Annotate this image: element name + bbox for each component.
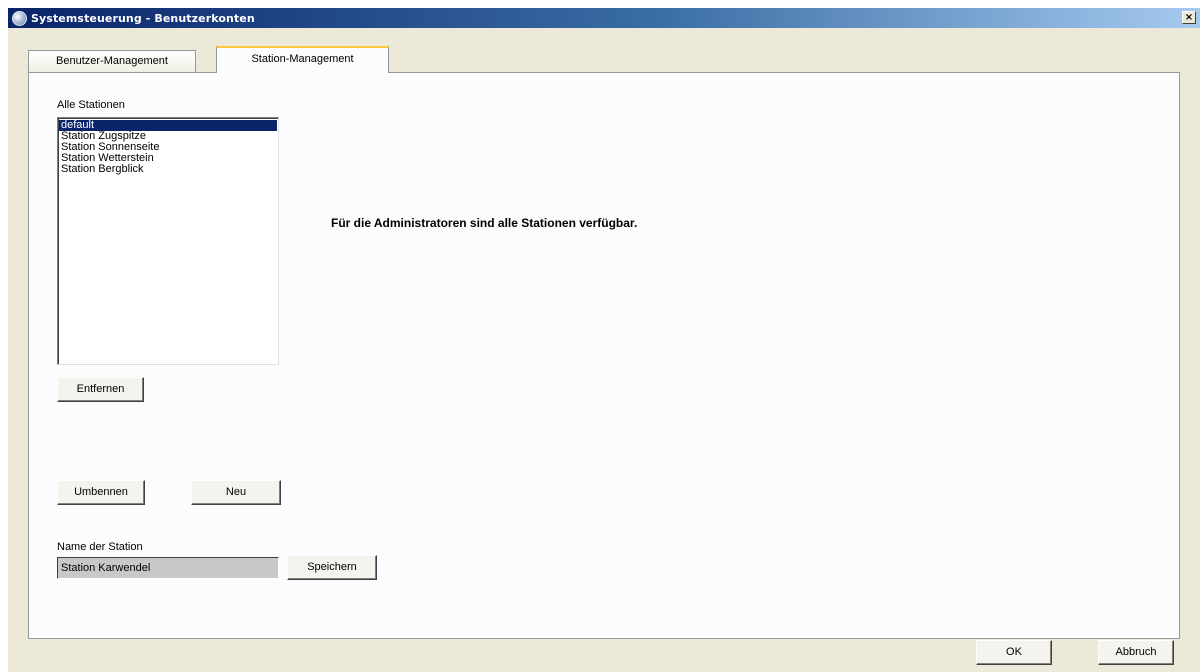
admin-info-text: Für die Administratoren sind alle Statio… bbox=[331, 216, 638, 230]
ok-button[interactable]: OK bbox=[976, 640, 1052, 665]
station-name-label: Name der Station bbox=[57, 541, 143, 553]
close-button[interactable]: × bbox=[1182, 11, 1196, 24]
title-bar[interactable]: Systemsteuerung - Benutzerkonten × bbox=[8, 8, 1200, 28]
dialog-window: Systemsteuerung - Benutzerkonten × Benut… bbox=[8, 8, 1200, 672]
new-button[interactable]: Neu bbox=[191, 480, 281, 505]
rename-button[interactable]: Umbennen bbox=[57, 480, 145, 505]
save-button[interactable]: Speichern bbox=[287, 555, 377, 580]
control-panel-icon bbox=[12, 10, 27, 26]
window-title: Systemsteuerung - Benutzerkonten bbox=[31, 11, 255, 25]
tab-benutzer-management[interactable]: Benutzer-Management bbox=[28, 50, 196, 72]
tab-panel-station-management: Alle Stationen default Station Zugspitze… bbox=[28, 72, 1180, 639]
tab-station-management[interactable]: Station-Management bbox=[216, 46, 389, 73]
station-name-field[interactable] bbox=[57, 557, 279, 579]
remove-button[interactable]: Entfernen bbox=[57, 377, 144, 402]
station-list-item[interactable]: Station Bergblick bbox=[59, 164, 277, 175]
station-listbox[interactable]: default Station Zugspitze Station Sonnen… bbox=[57, 117, 279, 365]
cancel-button[interactable]: Abbruch bbox=[1098, 640, 1174, 665]
station-list-label: Alle Stationen bbox=[57, 99, 125, 111]
